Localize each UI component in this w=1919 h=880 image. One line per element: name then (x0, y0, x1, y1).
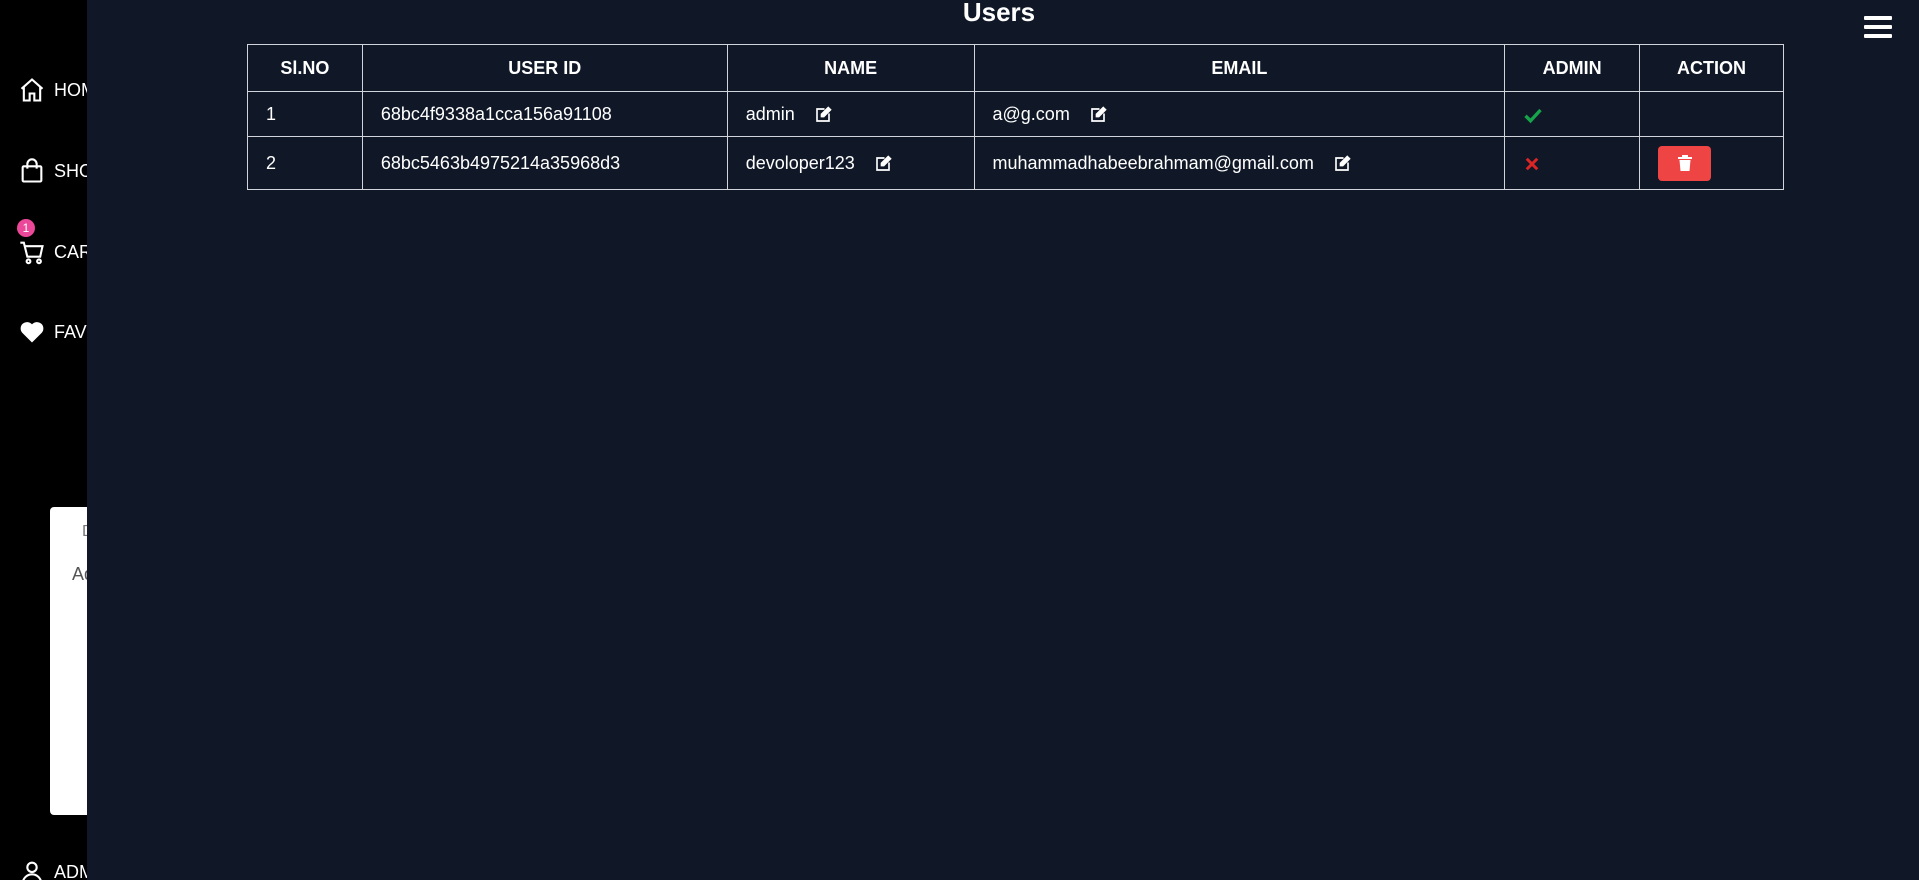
cell-admin (1504, 91, 1641, 137)
shopping-bag-icon (21, 158, 43, 183)
table-header-row: Sl.NO USER ID NAME EMAIL ADMIN ACTION (247, 44, 1784, 92)
edit-icon[interactable] (1333, 155, 1351, 173)
email-text: muhammadhabeebrahmam@gmail.com (992, 152, 1314, 173)
dropdown-item[interactable]: Ad (72, 564, 87, 585)
column-header-action: ACTION (1639, 44, 1784, 92)
x-mark-icon (1525, 157, 1539, 171)
cell-action (1639, 91, 1784, 137)
cell-name: devoloper123 (726, 136, 975, 190)
cell-email: muhammadhabeebrahmam@gmail.com (973, 136, 1506, 190)
cell-action (1639, 136, 1784, 190)
sidebar-item-label: FAVORITES (54, 321, 87, 342)
trash-icon (1677, 155, 1692, 171)
heart-icon (20, 322, 44, 343)
cart-icon (20, 241, 44, 265)
sidebar-item-label: CART (54, 241, 87, 262)
edit-icon[interactable] (814, 106, 832, 124)
sidebar-user-admin[interactable]: ADMIN (18, 858, 87, 880)
dropdown-item[interactable]: D (82, 523, 87, 541)
column-header-email: EMAIL (973, 44, 1506, 92)
cell-slno: 2 (247, 136, 363, 190)
cell-name: admin (726, 91, 975, 137)
cell-user-id: 68bc4f9338a1cca156a91108 (361, 91, 728, 137)
sidebar-item-label: HOME (54, 79, 87, 100)
admin-dropdown-panel: D Ad (50, 507, 87, 815)
page-title: Users (962, 0, 1036, 27)
delete-user-button[interactable] (1658, 145, 1712, 181)
column-header-user-id: USER ID (361, 44, 728, 92)
edit-icon[interactable] (874, 155, 892, 173)
home-icon (20, 78, 44, 102)
sidebar-item-cart[interactable]: CART (18, 238, 87, 266)
cell-slno: 1 (247, 91, 363, 137)
sidebar-user-label: ADMIN (54, 861, 87, 880)
column-header-name: NAME (726, 44, 975, 92)
sidebar-item-home[interactable]: HOME (18, 76, 87, 104)
sidebar-item-shop[interactable]: SHOP (18, 157, 87, 185)
name-text: devoloper123 (745, 152, 855, 173)
cell-email: a@g.com (973, 91, 1506, 137)
table-row: 2 68bc5463b4975214a35968d3 devoloper123 … (247, 136, 1784, 190)
edit-icon[interactable] (1089, 106, 1107, 124)
users-table: Sl.NO USER ID NAME EMAIL ADMIN ACTION 1 … (247, 44, 1784, 190)
email-text: a@g.com (992, 103, 1070, 124)
sidebar-item-favorites[interactable]: FAVORITES (18, 318, 87, 346)
column-header-slno: Sl.NO (247, 44, 363, 92)
name-text: admin (745, 103, 795, 124)
hamburger-menu-icon[interactable] (1864, 16, 1892, 42)
user-icon (22, 861, 42, 880)
cart-count-badge: 1 (17, 219, 35, 237)
check-icon (1524, 108, 1542, 123)
sidebar: HOME SHOP 1 CART FAVORITES D Ad ADMIN (0, 0, 87, 880)
table-row: 1 68bc4f9338a1cca156a91108 admin a@g.com (247, 91, 1784, 137)
cell-admin (1504, 136, 1641, 190)
sidebar-item-label: SHOP (54, 160, 87, 181)
cell-user-id: 68bc5463b4975214a35968d3 (361, 136, 728, 190)
column-header-admin: ADMIN (1504, 44, 1641, 92)
